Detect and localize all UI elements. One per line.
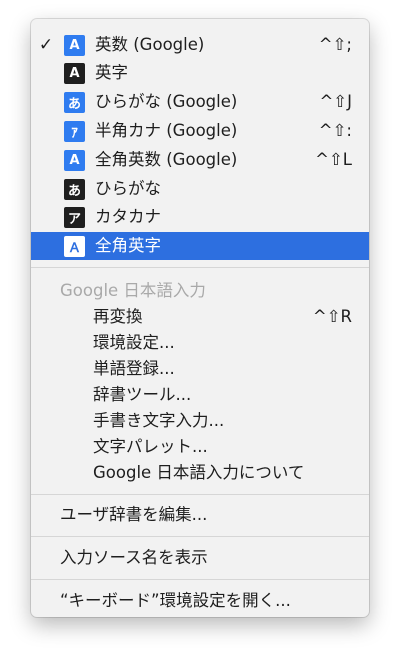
menu-item-dictionary-tool[interactable]: 辞書ツール... bbox=[31, 381, 369, 409]
shortcut-label: ^⇧: bbox=[318, 121, 352, 140]
shortcut-label: ^⇧R bbox=[312, 307, 352, 326]
menu-item-label: 英数 (Google) bbox=[95, 35, 205, 54]
menu-item-label: 半角カナ (Google) bbox=[95, 121, 238, 140]
menu-item-label: ひらがな (Google) bbox=[95, 92, 238, 111]
menu-item-edit-user-dictionary[interactable]: ユーザ辞書を編集... bbox=[31, 501, 369, 529]
shortcut-label: ^⇧L bbox=[315, 150, 352, 169]
checkmark-icon: ✓ bbox=[38, 35, 54, 55]
shortcut-label: ^⇧; bbox=[318, 35, 352, 54]
menu-item-eiji[interactable]: A 英字 bbox=[31, 59, 369, 87]
menu-item-label: 英字 bbox=[95, 63, 128, 82]
menu-item-open-keyboard-preferences[interactable]: “キーボード”環境設定を開く... bbox=[31, 587, 369, 615]
menu-item-label: カタカナ bbox=[95, 207, 161, 226]
hiragana-input-icon: あ bbox=[64, 92, 85, 113]
section-header-google-japanese-input: Google 日本語入力 bbox=[31, 277, 369, 305]
menu-separator bbox=[31, 579, 369, 580]
menu-item-label: 全角英数 (Google) bbox=[95, 150, 238, 169]
shortcut-label: ^⇧J bbox=[319, 92, 352, 111]
menu-item-handwriting[interactable]: 手書き文字入力... bbox=[31, 407, 369, 435]
menu-item-label: 単語登録... bbox=[93, 359, 175, 378]
menu-item-label: “キーボード”環境設定を開く... bbox=[60, 591, 291, 610]
hiragana-input-icon: あ bbox=[64, 179, 85, 200]
menu-item-label: ユーザ辞書を編集... bbox=[60, 505, 208, 524]
menu-separator bbox=[31, 267, 369, 268]
menu-item-hiragana-google[interactable]: あ ひらがな (Google) ^⇧J bbox=[31, 88, 369, 116]
menu-item-label: 環境設定... bbox=[93, 333, 175, 352]
menu-item-hankaku-kana-google[interactable]: ｱ 半角カナ (Google) ^⇧: bbox=[31, 117, 369, 145]
menu-item-label: 辞書ツール... bbox=[93, 385, 192, 404]
menu-item-word-registration[interactable]: 単語登録... bbox=[31, 355, 369, 383]
section-header-label: Google 日本語入力 bbox=[60, 281, 206, 300]
menu-item-reconvert[interactable]: 再変換 ^⇧R bbox=[31, 303, 369, 331]
alphanumeric-input-icon: A bbox=[64, 35, 85, 56]
fullwidth-alphanumeric-input-icon: A bbox=[64, 150, 85, 171]
menu-item-preferences[interactable]: 環境設定... bbox=[31, 329, 369, 357]
menu-item-label: Google 日本語入力について bbox=[93, 463, 305, 482]
fullwidth-alphanumeric-input-icon: Ａ bbox=[64, 236, 85, 257]
menu-separator bbox=[31, 536, 369, 537]
menu-item-katakana[interactable]: ア カタカナ bbox=[31, 203, 369, 231]
halfwidth-katakana-input-icon: ｱ bbox=[64, 121, 85, 142]
katakana-input-icon: ア bbox=[64, 207, 85, 228]
menu-item-label: 入力ソース名を表示 bbox=[60, 548, 208, 567]
menu-item-label: 文字パレット... bbox=[93, 437, 208, 456]
menu-item-hiragana[interactable]: あ ひらがな bbox=[31, 175, 369, 203]
menu-item-eisu-google[interactable]: ✓ A 英数 (Google) ^⇧; bbox=[31, 31, 369, 59]
menu-item-character-palette[interactable]: 文字パレット... bbox=[31, 433, 369, 461]
menu-item-label: ひらがな bbox=[95, 179, 161, 198]
input-source-menu: ✓ A 英数 (Google) ^⇧; A 英字 あ ひらがな (Google)… bbox=[31, 19, 369, 617]
menu-item-label: 手書き文字入力... bbox=[93, 411, 225, 430]
menu-item-label: 全角英字 bbox=[95, 236, 161, 255]
menu-item-zenkaku-eiji[interactable]: Ａ 全角英字 bbox=[31, 232, 369, 260]
menu-item-label: 再変換 bbox=[93, 307, 143, 326]
menu-item-about[interactable]: Google 日本語入力について bbox=[31, 459, 369, 487]
menu-item-zenkaku-eisu-google[interactable]: A 全角英数 (Google) ^⇧L bbox=[31, 146, 369, 174]
menu-separator bbox=[31, 494, 369, 495]
menu-item-show-input-source-name[interactable]: 入力ソース名を表示 bbox=[31, 544, 369, 572]
alphanumeric-input-icon: A bbox=[64, 63, 85, 84]
